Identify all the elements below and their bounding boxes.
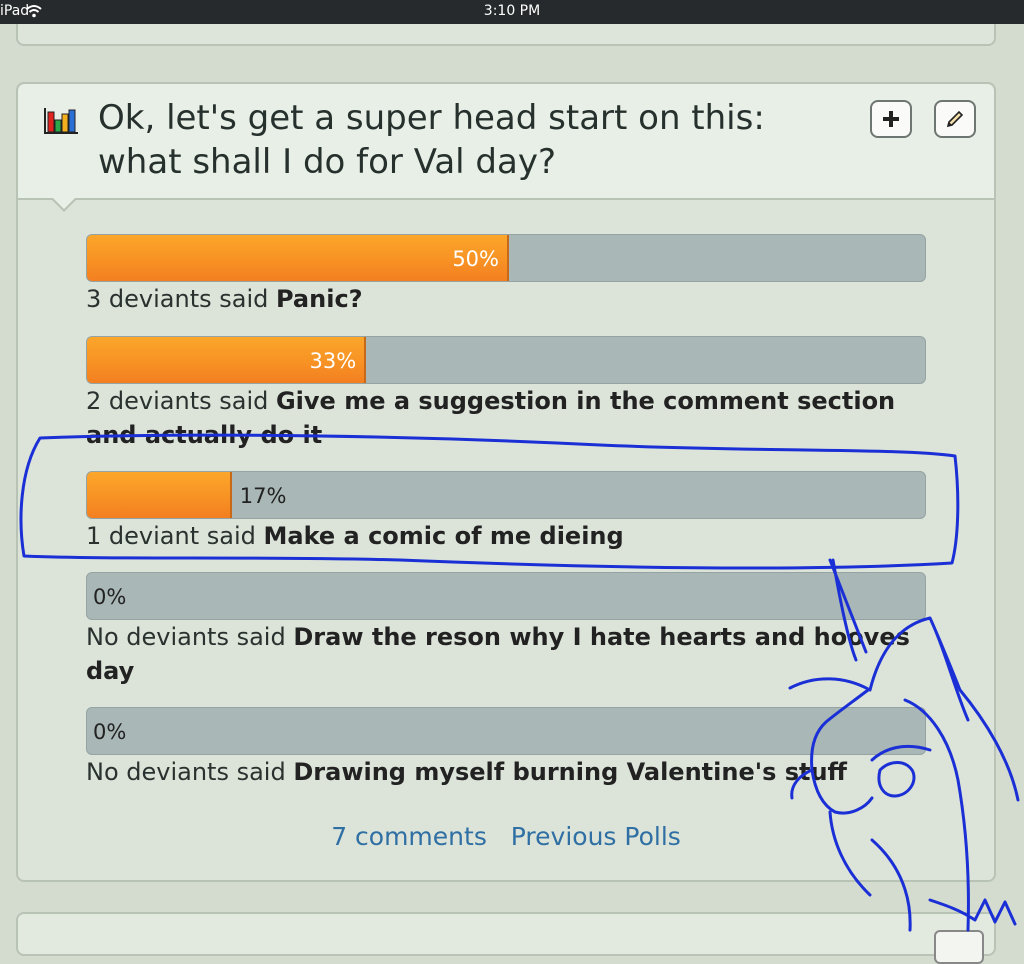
poll-option-3[interactable]: 17% 1 deviant said Make a comic of me di… (86, 471, 928, 553)
plus-icon (883, 111, 899, 127)
option-answer: Make a comic of me dieing (263, 522, 624, 550)
result-bar: 0% (86, 572, 926, 620)
poll-option-1[interactable]: 50% 3 deviants said Panic? (86, 234, 928, 316)
result-bar-fill (87, 472, 232, 518)
poll-header: Ok, let's get a super head start on this… (18, 84, 994, 200)
option-count: No deviants said (86, 758, 286, 786)
bar-chart-icon (44, 108, 78, 134)
poll-option-2[interactable]: 33% 2 deviants said Give me a suggestion… (86, 336, 928, 452)
result-percent: 0% (93, 720, 127, 744)
result-percent: 17% (239, 484, 287, 508)
option-answer: Panic? (275, 285, 363, 313)
option-text: 3 deviants said Panic? (86, 282, 928, 316)
status-bar: iPad 3:10 PM (0, 0, 1024, 24)
result-bar: 33% (86, 336, 926, 384)
result-percent: 0% (93, 585, 127, 609)
poll-links: 7 comments Previous Polls (18, 822, 994, 851)
result-percent: 50% (452, 247, 499, 271)
option-text: No deviants said Draw the reson why I ha… (86, 620, 928, 688)
add-button[interactable] (870, 100, 912, 138)
status-time: 3:10 PM (483, 3, 541, 19)
option-text: 1 deviant said Make a comic of me dieing (86, 519, 928, 553)
option-text: 2 deviants said Give me a suggestion in … (86, 384, 928, 452)
next-widget-card (16, 912, 996, 964)
poll-title: Ok, let's get a super head start on this… (98, 98, 765, 182)
poll-option-5[interactable]: 0% No deviants said Drawing myself burni… (86, 707, 928, 789)
poll-widget: Ok, let's get a super head start on this… (16, 82, 996, 882)
option-text: No deviants said Drawing myself burning … (86, 755, 928, 789)
previous-polls-link[interactable]: Previous Polls (511, 822, 681, 851)
result-bar: 50% (86, 234, 926, 282)
edit-button[interactable] (934, 100, 976, 138)
result-bar: 0% (86, 707, 926, 755)
result-percent: 33% (309, 349, 357, 373)
comments-link[interactable]: 7 comments (331, 822, 487, 851)
poll-option-4[interactable]: 0% No deviants said Draw the reson why I… (86, 572, 928, 688)
previous-widget-card (16, 24, 996, 46)
option-count: No deviants said (86, 623, 286, 651)
result-bar: 17% (86, 471, 926, 519)
option-count: 1 deviant said (86, 522, 256, 550)
option-count: 3 deviants said (86, 285, 269, 313)
pencil-icon (946, 110, 964, 128)
option-count: 2 deviants said (86, 387, 269, 415)
option-answer: Drawing myself burning Valentine's stuff (293, 758, 847, 786)
